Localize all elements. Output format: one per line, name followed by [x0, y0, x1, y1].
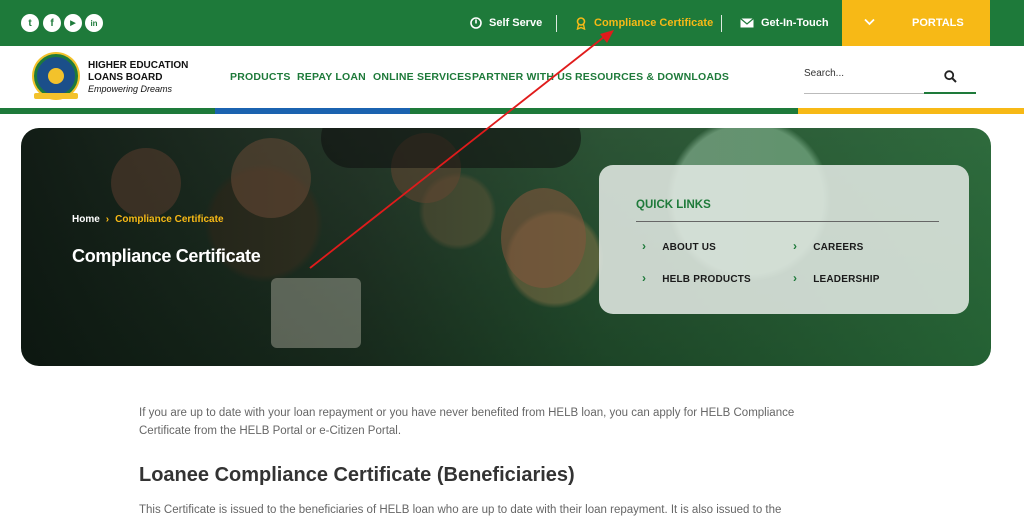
quick-link-leadership[interactable]: › LEADERSHIP: [793, 271, 880, 285]
helb-logo[interactable]: [34, 54, 78, 98]
section-paragraph: This Certificate is issued to the benefi…: [139, 504, 782, 516]
quick-link-helb-products[interactable]: › HELB PRODUCTS: [642, 271, 751, 285]
chevron-right-icon: ›: [793, 239, 798, 253]
chevron-right-icon: ›: [642, 271, 647, 285]
brand-name-line1: HIGHER EDUCATION: [88, 60, 189, 71]
facebook-icon[interactable]: f: [43, 14, 61, 32]
self-serve-link[interactable]: Self Serve: [470, 0, 542, 46]
breadcrumb-current: Compliance Certificate: [115, 214, 224, 225]
search-input[interactable]: [804, 68, 934, 79]
top-bar: t f ▶ in Self Serve Compliance Certifica…: [0, 0, 1024, 46]
self-serve-label: Self Serve: [489, 17, 543, 29]
quick-link-about-us[interactable]: › ABOUT US: [642, 239, 716, 253]
portals-label: PORTALS: [912, 17, 964, 29]
hero-banner: Home › Compliance Certificate Compliance C…: [21, 128, 991, 366]
section-heading: Loanee Compliance Certificate (Beneficia…: [139, 464, 575, 486]
breadcrumb-separator-icon: ›: [105, 214, 110, 225]
mail-icon: [740, 18, 754, 28]
chevron-down-icon: [864, 15, 875, 29]
nav-online-services[interactable]: ONLINE SERVICES: [373, 71, 472, 83]
quick-link-label: HELB PRODUCTS: [662, 274, 751, 285]
nav-products[interactable]: PRODUCTS: [230, 71, 291, 83]
divider: [721, 15, 722, 32]
brand-name-line2: LOANS BOARD: [88, 72, 163, 83]
get-in-touch-link[interactable]: Get-In-Touch: [740, 0, 829, 46]
quick-link-careers[interactable]: › CAREERS: [793, 239, 864, 253]
search-box: [804, 60, 976, 94]
breadcrumb: Home › Compliance Certificate: [72, 214, 224, 225]
search-button[interactable]: [924, 60, 976, 94]
color-stripes: [0, 108, 1024, 114]
twitter-icon[interactable]: t: [21, 14, 39, 32]
quick-link-label: ABOUT US: [662, 242, 717, 253]
quick-links-panel: QUICK LINKS › ABOUT US › CAREERS › HELB PRO…: [599, 165, 969, 314]
chevron-right-icon: ›: [642, 239, 647, 253]
search-icon: [943, 69, 957, 83]
divider: [636, 221, 939, 222]
brand-tagline: Empowering Dreams: [88, 84, 173, 94]
quick-links-title: QUICK LINKS: [636, 199, 711, 211]
power-icon: [470, 17, 482, 29]
compliance-certificate-link[interactable]: Compliance Certificate: [575, 0, 713, 46]
nav-repay-loan[interactable]: REPAY LOAN: [297, 71, 366, 83]
nav-resources-downloads[interactable]: RESOURCES & DOWNLOADS: [575, 71, 729, 83]
get-in-touch-label: Get-In-Touch: [761, 17, 829, 29]
page-title: Compliance Certificate: [72, 246, 261, 266]
youtube-icon[interactable]: ▶: [64, 14, 82, 32]
chevron-right-icon: ›: [793, 271, 798, 285]
intro-paragraph: If you are up to date with your loan rep…: [139, 407, 795, 437]
nav-partner-with-us[interactable]: PARTNER WITH US: [472, 71, 572, 83]
quick-link-label: LEADERSHIP: [813, 274, 880, 285]
divider: [556, 15, 557, 32]
linkedin-icon[interactable]: in: [85, 14, 103, 32]
compliance-certificate-label: Compliance Certificate: [594, 17, 714, 29]
portals-dropdown[interactable]: PORTALS: [842, 0, 990, 46]
logo-ribbon: [34, 93, 78, 99]
award-icon: [575, 16, 587, 30]
breadcrumb-home[interactable]: Home: [72, 214, 100, 225]
quick-link-label: CAREERS: [813, 242, 864, 253]
